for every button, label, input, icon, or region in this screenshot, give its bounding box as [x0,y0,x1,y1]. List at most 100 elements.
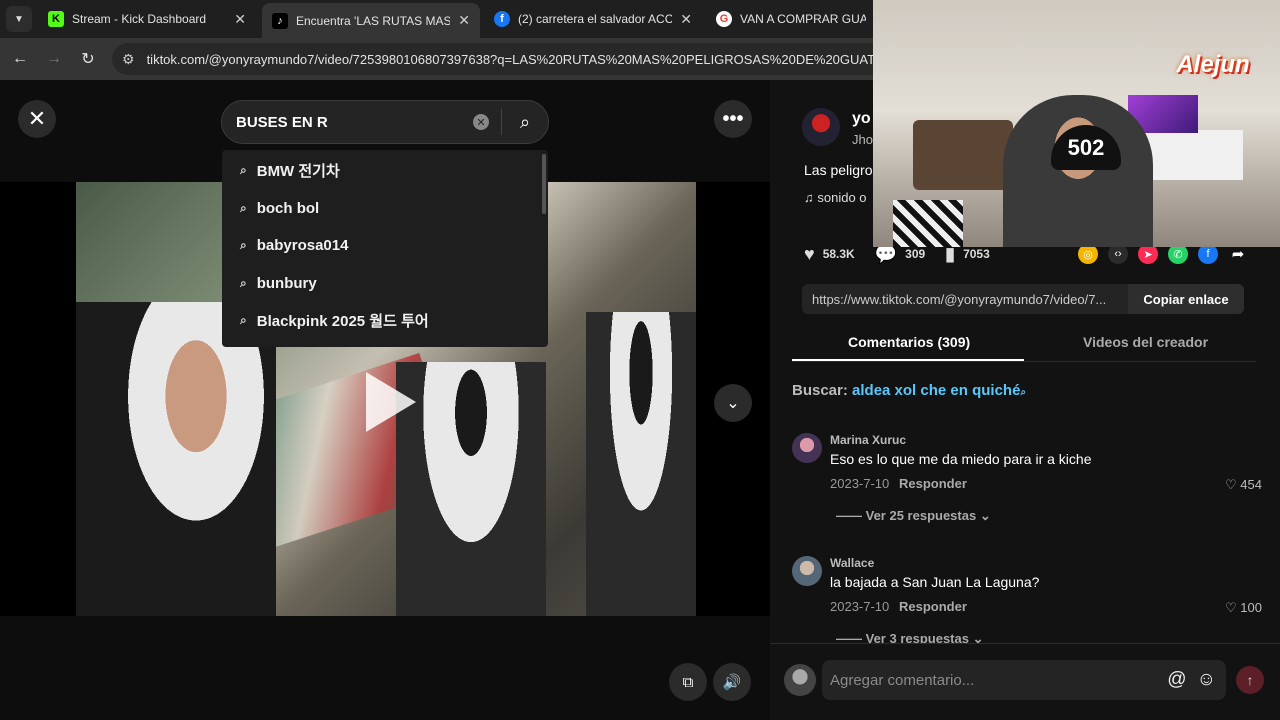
saves-count: 7053 [963,247,990,261]
tab-search-button[interactable]: ▼ [6,6,32,32]
firefighter-center [396,362,546,616]
comment-date: 2023-7-10 [830,599,890,614]
close-tab-icon[interactable]: ✕ [680,11,692,28]
user-avatar [784,664,816,696]
related-search[interactable]: Buscar: aldea xol che en quiché⌕ [792,382,1026,399]
suggestion-label: boch bol [256,199,320,217]
browser-tab-kick[interactable]: K Stream - Kick Dashboard ✕ [38,4,256,34]
reply-button[interactable]: Responder [899,476,967,491]
comment-placeholder: Agregar comentario... [830,671,975,689]
comment-item: Marina Xuruc Eso es lo que me da miedo p… [792,433,1262,533]
copy-link-button[interactable]: Copiar enlace [1128,284,1244,314]
mention-icon[interactable]: @ [1167,669,1186,691]
browser-tab-google[interactable]: G VAN A COMPRAR GUATEMA [706,4,876,34]
suggestion-item[interactable]: ⌕ BMW 전기차 [222,152,542,188]
tab-title: Stream - Kick Dashboard [72,12,207,26]
comment-like-count: 454 [1240,477,1262,492]
next-video-button[interactable]: ⌄ [714,384,752,422]
reload-icon[interactable]: ↻ [76,47,100,71]
comment-likes[interactable]: ♡ 454 [1225,477,1262,493]
share-arrow-icon[interactable]: ➦ [1228,244,1248,264]
commenter-name[interactable]: Wallace [830,556,874,570]
comment-likes[interactable]: ♡ 100 [1225,600,1262,616]
streamer [1003,95,1153,247]
reply-button[interactable]: Responder [899,599,967,614]
search-suggestions: ⌕ BMW 전기차 ⌕ boch bol ⌕ babyrosa014 ⌕ bunbury… [222,150,548,347]
coin-share-icon[interactable]: ◎ [1078,244,1098,264]
emoji-icon[interactable]: ☺ [1197,669,1216,691]
back-arrow-icon[interactable]: ← [8,47,32,71]
comment-item: Wallace la bajada a San Juan La Laguna? … [792,556,1262,646]
facebook-icon[interactable]: f [1198,244,1218,264]
suggestion-item[interactable]: ⌕ babyrosa014 [222,227,542,263]
tab-creator-videos[interactable]: Videos del creador [1083,334,1208,350]
background-furniture [913,120,1013,190]
close-video-button[interactable]: ✕ [18,100,56,138]
heart-outline-icon: ♡ [1225,477,1241,492]
suggestions-scrollbar[interactable] [542,154,546,214]
post-comment-button[interactable]: ↑ [1236,666,1264,694]
comment-text: la bajada a San Juan La Laguna? [830,574,1040,590]
zebra-pillow [893,200,963,247]
picture-in-picture-button[interactable]: ⧉ [669,663,707,701]
tab-comments[interactable]: Comentarios (309) [848,334,970,350]
line-divider: —— [836,508,866,523]
search-icon: ⌕ [240,312,247,327]
related-search-keyword[interactable]: aldea xol che en quiché [852,382,1020,399]
commenter-name[interactable]: Marina Xuruc [830,433,906,447]
search-icon: ⌕ [240,275,247,290]
send-icon[interactable]: ➤ [1138,244,1158,264]
suggestion-item[interactable]: ⌕ bunbury [222,265,542,301]
more-options-button[interactable]: ••• [714,100,752,138]
active-tab-indicator [792,359,1024,361]
volume-button[interactable]: 🔊 [713,663,751,701]
facebook-favicon-icon: f [494,11,510,27]
embed-icon[interactable]: ‹› [1108,244,1128,264]
search-icon: ⌕ [1020,387,1027,398]
close-tab-icon[interactable]: ✕ [234,11,246,28]
firefighter-right [586,312,696,616]
search-icon: ⌕ [240,200,247,215]
suggestion-item[interactable]: ⌕ boch bol [222,190,542,226]
view-replies-label: Ver 25 respuestas [865,508,977,523]
share-link-box: https://www.tiktok.com/@yonyraymundo7/vi… [802,284,1244,314]
search-bar[interactable]: BUSES EN R ✕ ⌕ [221,100,549,144]
suggestion-item[interactable]: ⌕ Blackpink 2025 월드 투어 [222,302,542,338]
browser-tab-facebook[interactable]: f (2) carretera el salvador ACCIDE ✕ [484,4,702,34]
heart-icon[interactable]: ♥ [804,244,815,265]
likes-count: 58.3K [822,247,855,261]
related-search-label: Buscar: [792,382,848,399]
url-text: tiktok.com/@yonyraymundo7/video/72539801… [146,51,904,67]
site-info-icon[interactable]: ⚙ [122,51,135,68]
commenter-avatar[interactable] [792,556,822,586]
webcam-overlay: 502 Alejun [873,0,1280,247]
video-description: Las peligro [804,162,873,178]
tab-title: VAN A COMPRAR GUATEMA [740,12,866,26]
forward-arrow-icon[interactable]: → [42,47,66,71]
music-line[interactable]: ♫ sonido o [804,190,867,205]
author-name[interactable]: yo [852,110,871,128]
search-icon[interactable]: ⌕ [502,112,548,133]
search-input[interactable]: BUSES EN R [222,114,473,131]
clear-search-icon[interactable]: ✕ [473,114,489,130]
chevron-down-icon: ⌄ [976,508,991,523]
suggestion-label: BMW 전기차 [256,162,340,180]
suggestion-label: Blackpink 2025 월드 투어 [256,312,429,330]
play-icon[interactable] [366,372,416,432]
view-replies-button[interactable]: —— Ver 25 respuestas ⌄ [836,508,991,524]
tiktok-favicon-icon: ♪ [272,12,288,29]
music-title: sonido o [817,190,867,205]
browser-tab-tiktok[interactable]: ♪ Encuentra 'LAS RUTAS MAS ✕ [262,3,480,38]
whatsapp-icon[interactable]: ✆ [1168,244,1188,264]
author-avatar[interactable] [802,108,840,146]
person-left [76,302,276,616]
google-favicon-icon: G [716,11,732,27]
suggestion-label: babyrosa014 [256,236,349,254]
comment-input[interactable]: Agregar comentario... @ ☺ [822,660,1226,700]
commenter-avatar[interactable] [792,433,822,463]
search-icon: ⌕ [240,237,247,252]
share-url[interactable]: https://www.tiktok.com/@yonyraymundo7/vi… [802,292,1128,307]
heart-outline-icon: ♡ [1225,600,1241,615]
close-tab-icon[interactable]: ✕ [458,12,470,29]
streamer-logo: Alejun [1176,51,1250,78]
